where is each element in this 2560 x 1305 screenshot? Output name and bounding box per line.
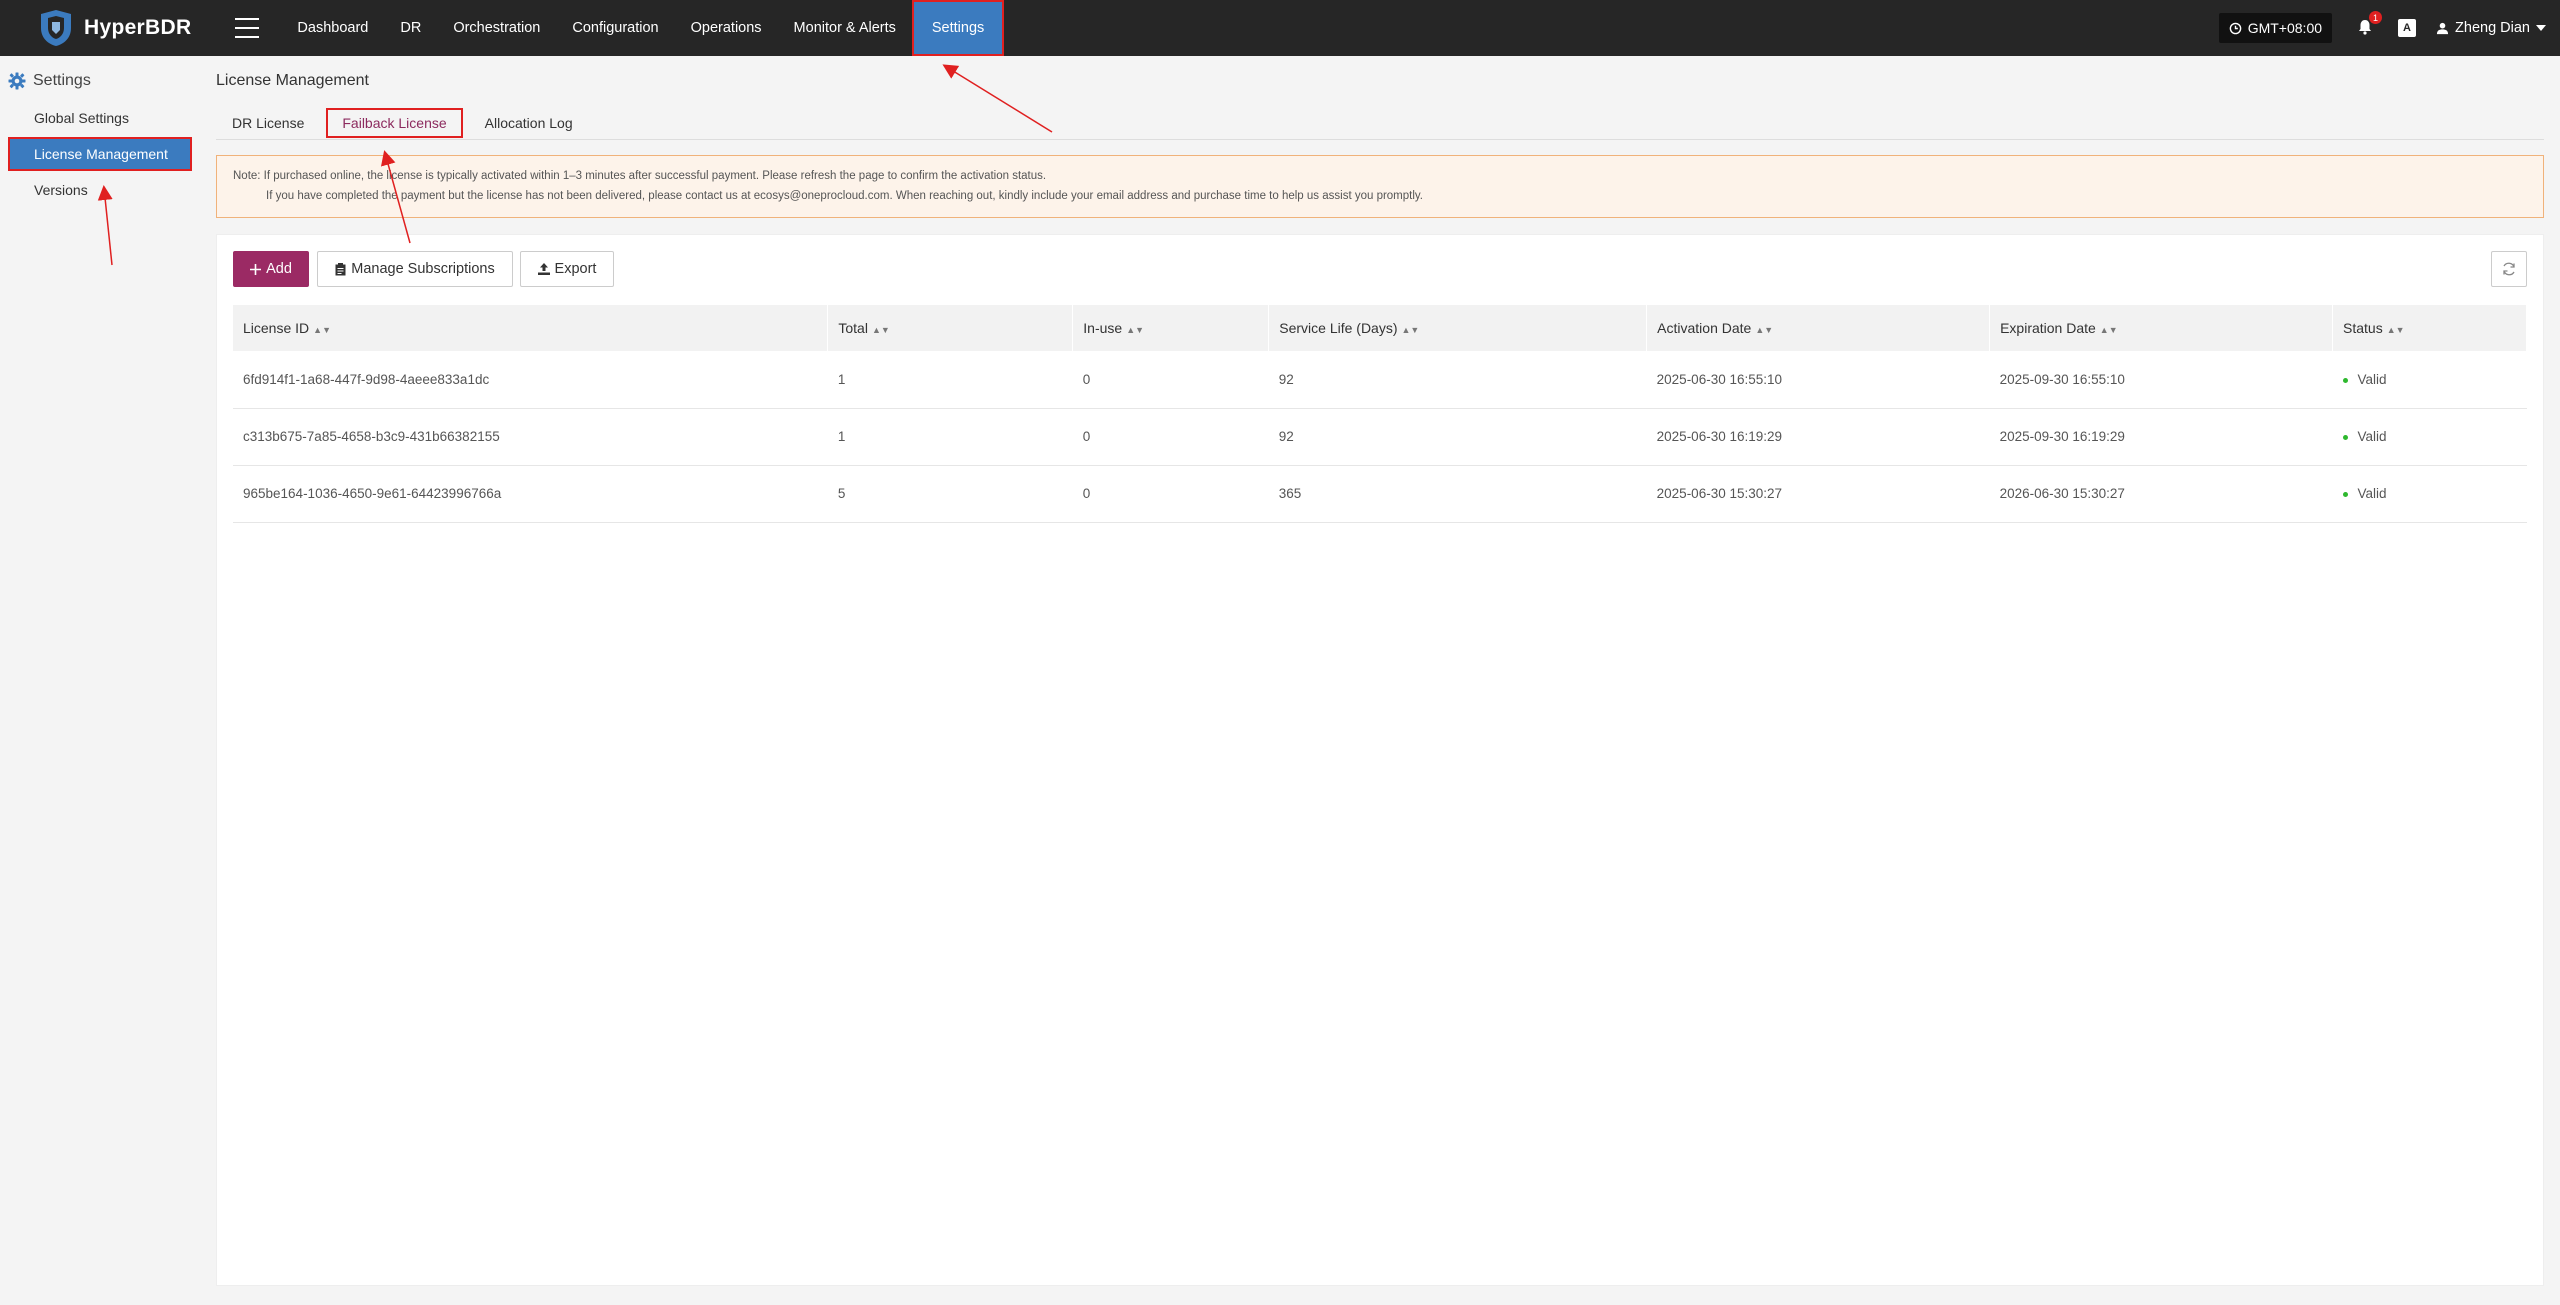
cell-total: 5: [837, 486, 846, 501]
cell-service-life: 92: [1278, 429, 1294, 444]
table-row: c313b675-7a85-4658-b3c9-431b66382155 1 0…: [233, 408, 2527, 465]
notification-count-badge: 1: [2369, 11, 2383, 24]
sort-icon: ▲▼: [313, 325, 331, 335]
cell-in-use: 0: [1082, 486, 1091, 501]
nav-configuration[interactable]: Configuration: [556, 0, 674, 56]
status-label: Valid: [2357, 429, 2387, 444]
license-tabs: DR License Failback License Allocation L…: [216, 108, 2544, 140]
clock-icon: [2229, 22, 2242, 34]
manage-subscriptions-button[interactable]: Manage Subscriptions: [317, 251, 513, 287]
nav-operations[interactable]: Operations: [675, 0, 778, 56]
nav-dashboard[interactable]: Dashboard: [281, 0, 384, 56]
cell-status: Valid: [2333, 351, 2527, 408]
user-icon: [2436, 22, 2449, 34]
notice-line-2: If you have completed the payment but th…: [266, 190, 1424, 202]
cell-total: 1: [837, 429, 846, 444]
nav-settings[interactable]: Settings: [911, 0, 1005, 56]
sidebar-item-license-management[interactable]: License Management: [8, 137, 192, 171]
cell-expiration-date: 2026-06-30 15:30:27: [1999, 486, 2125, 501]
timezone-label: GMT+08:00: [2247, 20, 2323, 36]
sort-icon: ▲▼: [1126, 325, 1145, 335]
column-header-service-life[interactable]: Service Life (Days) ▲▼: [1268, 305, 1648, 351]
refresh-icon: [2503, 262, 2515, 276]
cell-license-id: 965be164-1036-4650-9e61-64423996766a: [243, 486, 502, 501]
logo[interactable]: HyperBDR: [36, 0, 191, 56]
sidebar-item-versions[interactable]: Versions: [8, 173, 192, 207]
cell-license-id: 6fd914f1-1a68-447f-9d98-4aeee833a1dc: [243, 371, 490, 387]
column-header-activation-date[interactable]: Activation Date ▲▼: [1646, 305, 1991, 351]
cell-status: Valid: [2333, 408, 2527, 465]
status-dot-icon: [2342, 491, 2348, 497]
status-dot-icon: [2342, 377, 2348, 383]
status-label: Valid: [2357, 371, 2387, 387]
status-label: Valid: [2357, 486, 2387, 501]
license-card: Add Manage Subscriptions Export License …: [216, 234, 2544, 1286]
tab-allocation-log[interactable]: Allocation Log: [469, 108, 589, 138]
column-header-expiration-date[interactable]: Expiration Date ▲▼: [1989, 305, 2333, 351]
table-row: 6fd914f1-1a68-447f-9d98-4aeee833a1dc 1 0…: [233, 351, 2527, 408]
export-button[interactable]: Export: [520, 251, 614, 287]
cell-activation-date: 2025-06-30 16:55:10: [1656, 371, 1783, 387]
tab-failback-license[interactable]: Failback License: [326, 108, 463, 138]
add-button[interactable]: Add: [233, 251, 309, 287]
table-row: 965be164-1036-4650-9e61-64423996766a 5 0…: [233, 465, 2527, 522]
column-header-license-id[interactable]: License ID ▲▼: [233, 305, 829, 351]
nav-monitor-alerts[interactable]: Monitor & Alerts: [778, 0, 912, 56]
hyperbdr-logo-icon: [41, 10, 71, 46]
sort-icon: ▲▼: [1755, 325, 1774, 335]
cell-license-id: c313b675-7a85-4658-b3c9-431b66382155: [243, 429, 500, 444]
main-nav: Dashboard DR Orchestration Configuration…: [281, 0, 1005, 56]
sort-icon: ▲▼: [1401, 325, 1420, 335]
cell-expiration-date: 2025-09-30 16:55:10: [1999, 371, 2125, 387]
user-menu[interactable]: Zheng Dian: [2436, 20, 2546, 36]
license-table: License ID ▲▼ Total ▲▼ In-use ▲▼ Service Li…: [233, 305, 2527, 523]
sort-icon: ▲▼: [2386, 325, 2405, 335]
manage-subscriptions-label: Manage Subscriptions: [351, 261, 495, 277]
header-right: GMT+08:00 1 A Zheng Dian: [2218, 0, 2560, 56]
notice-banner: Note: If purchased online, the license i…: [216, 155, 2544, 218]
cell-total: 1: [837, 371, 846, 387]
sidebar-title: Settings: [8, 72, 91, 90]
cell-service-life: 365: [1278, 486, 1302, 501]
top-navbar: HyperBDR Dashboard DR Orchestration Conf…: [0, 0, 2560, 56]
user-name: Zheng Dian: [2455, 20, 2530, 36]
timezone-display[interactable]: GMT+08:00: [2218, 13, 2333, 43]
notice-line-1: Note: If purchased online, the license i…: [233, 170, 1047, 182]
clipboard-icon: [335, 262, 346, 275]
status-dot-icon: [2342, 434, 2348, 440]
sidebar: Settings Global Settings License Managem…: [0, 56, 200, 1305]
cell-expiration-date: 2025-09-30 16:19:29: [1999, 429, 2125, 444]
column-header-status[interactable]: Status ▲▼: [2332, 305, 2527, 351]
sort-icon: ▲▼: [2099, 325, 2118, 335]
column-header-in-use[interactable]: In-use ▲▼: [1072, 305, 1270, 351]
app-name: HyperBDR: [84, 16, 192, 39]
refresh-button[interactable]: [2491, 251, 2527, 287]
plus-icon: [250, 263, 262, 275]
menu-toggle-icon[interactable]: [235, 18, 260, 38]
add-button-label: Add: [266, 261, 292, 277]
cell-service-life: 92: [1278, 371, 1294, 387]
table-header-row: License ID ▲▼ Total ▲▼ In-use ▲▼ Service Li…: [233, 305, 2527, 351]
tab-dr-license[interactable]: DR License: [216, 108, 320, 138]
cell-status: Valid: [2333, 465, 2527, 522]
cell-in-use: 0: [1082, 371, 1091, 387]
caret-down-icon: [2536, 25, 2546, 31]
nav-dr[interactable]: DR: [384, 0, 437, 56]
notification-bell[interactable]: 1: [2356, 11, 2383, 38]
cell-activation-date: 2025-06-30 16:19:29: [1656, 429, 1783, 444]
upload-icon: [537, 263, 550, 275]
sort-icon: ▲▼: [871, 325, 890, 335]
cell-in-use: 0: [1082, 429, 1091, 444]
cell-activation-date: 2025-06-30 15:30:27: [1656, 486, 1783, 501]
sidebar-title-label: Settings: [33, 72, 91, 89]
gear-icon: [8, 72, 26, 90]
export-button-label: Export: [554, 261, 597, 277]
page-title: License Management: [216, 72, 369, 89]
nav-orchestration[interactable]: Orchestration: [437, 0, 556, 56]
language-icon[interactable]: A: [2398, 19, 2417, 37]
column-header-total[interactable]: Total ▲▼: [827, 305, 1074, 351]
sidebar-item-global-settings[interactable]: Global Settings: [8, 101, 192, 135]
